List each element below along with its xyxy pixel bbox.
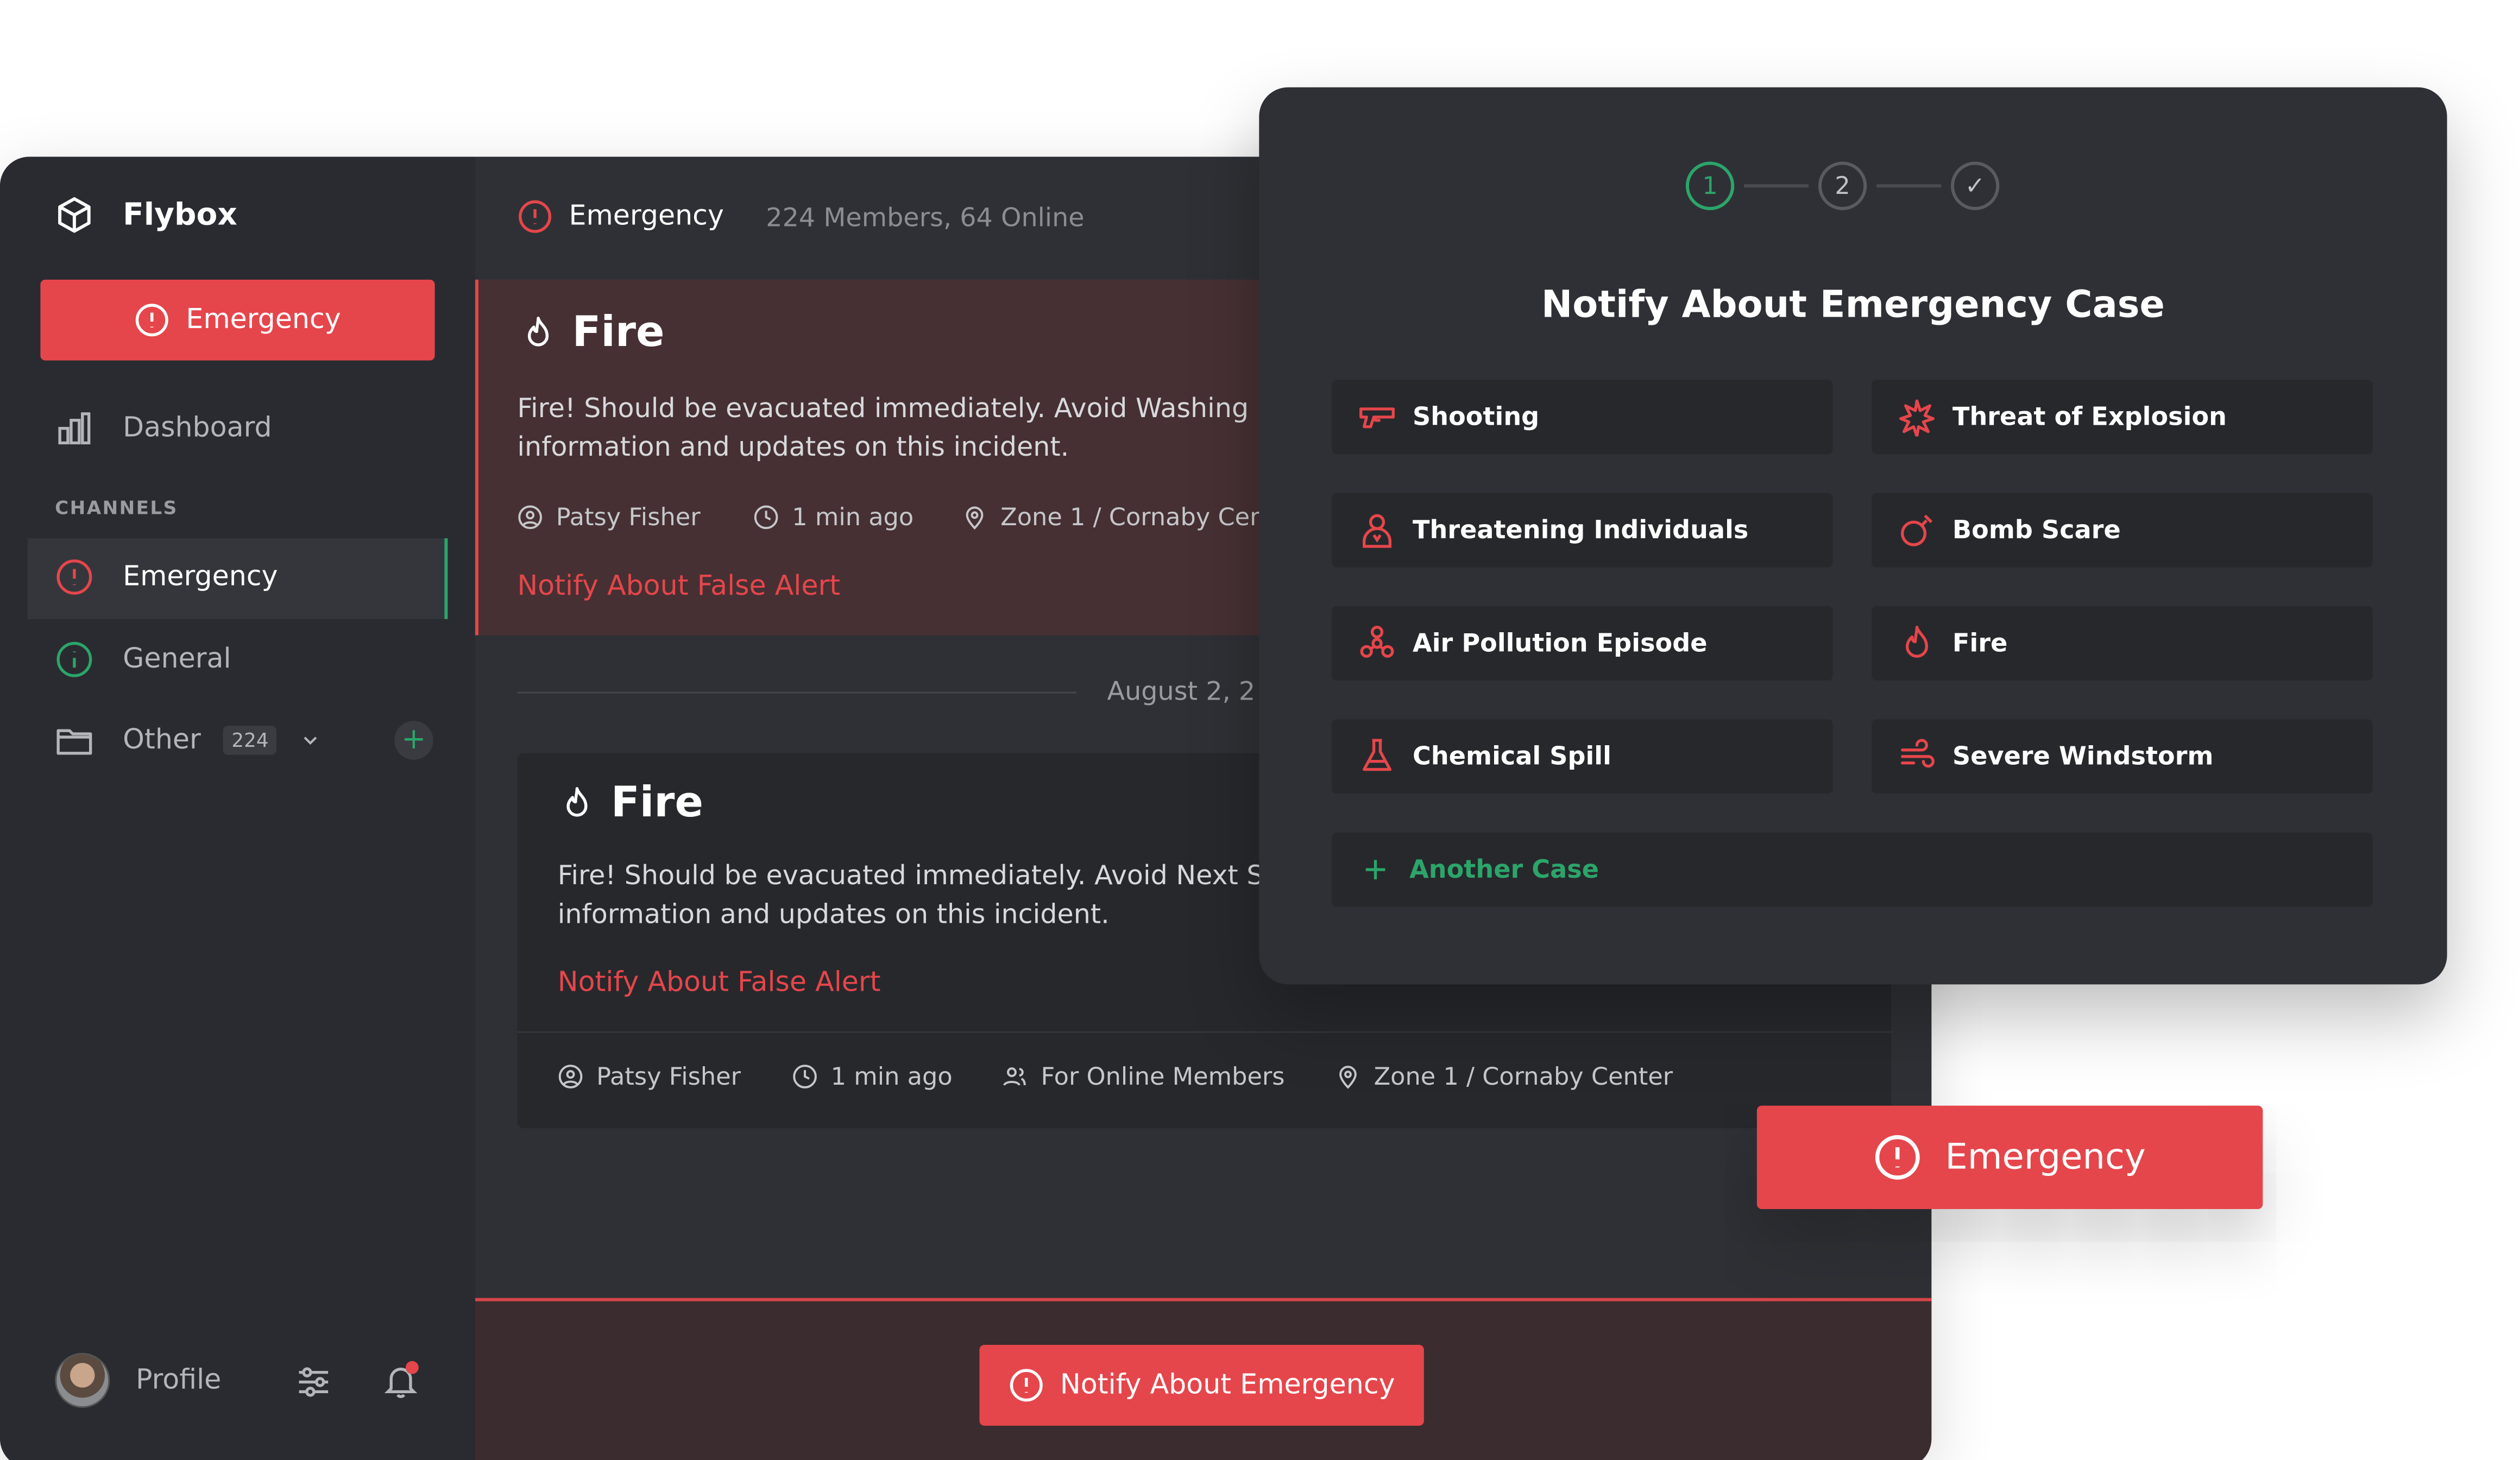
count-badge: 224 [223,726,277,755]
profile-row[interactable]: Profile [55,1352,222,1408]
sidebar-emergency-button[interactable]: Emergency [40,279,435,361]
audience-meta: For Online Members [1002,1062,1285,1091]
false-alert-link[interactable]: Notify About False Alert [517,571,840,603]
notify-emergency-label: Notify About Emergency [1060,1369,1395,1402]
case-fire[interactable]: Fire [1872,606,2373,681]
gun-icon [1358,398,1396,436]
location-pin-icon [1335,1063,1361,1090]
case-shooting[interactable]: Shooting [1332,380,1833,455]
modal-title: Notify About Emergency Case [1541,284,2165,327]
alert-circle-icon [55,558,93,596]
clock-icon [753,505,779,531]
location-pin-icon [962,505,988,531]
channel-title: Emergency [569,200,724,233]
sidebar-item-dashboard[interactable]: Dashboard [55,409,272,448]
user-circle-icon [558,1063,584,1090]
explosion-icon [1898,398,1936,437]
divider [517,691,1077,694]
info-circle-icon [55,640,93,678]
bar-chart-icon [55,409,93,448]
location-meta: Zone 1 / Cornaby Center [1335,1062,1673,1091]
sidebar-item-general[interactable]: General [55,640,231,678]
channel-header: Emergency 224 Members, 64 Online [517,199,1085,234]
step-2[interactable]: 2 [1818,161,1867,210]
date-label: August 2, 2 [1107,675,1256,707]
case-severe-windstorm[interactable]: Severe Windstorm [1872,719,2373,794]
step-connector [1876,184,1942,188]
card-text-line: Fire! Should be evacuated immediately. A… [557,860,1264,891]
channel-meta: 224 Members, 64 Online [766,201,1085,232]
step-connector [1744,184,1809,188]
card-text-line: information and updates on this incident… [557,898,1110,930]
case-threat-of-explosion[interactable]: Threat of Explosion [1872,380,2373,455]
alert-circle-icon [1874,1133,1923,1181]
flame-icon [559,784,595,822]
stage: Flybox Emergency Dashboard CHANNELS Emer… [0,0,2520,1460]
sidebar-item-label: Dashboard [123,412,272,445]
author-meta: Patsy Fisher [558,1062,741,1091]
time-meta: 1 min ago [792,1062,953,1091]
another-case-button[interactable]: Another Case [1332,832,2373,907]
flame-icon [1898,624,1936,663]
add-channel-button[interactable]: + [394,721,433,760]
users-icon [1002,1063,1028,1090]
step-1[interactable]: 1 [1685,161,1735,210]
alert-circle-icon [134,303,169,338]
flask-icon [1358,737,1396,776]
clock-icon [792,1063,818,1090]
profile-label: Profile [135,1364,222,1397]
sidebar-item-other[interactable]: Other 224 [55,721,322,759]
card-text-line: Fire! Should be evacuated immediately. A… [517,393,1249,424]
avatar[interactable] [55,1352,110,1408]
case-chemical-spill[interactable]: Chemical Spill [1332,719,1833,794]
alert-circle-icon [1009,1368,1044,1403]
divider [517,1031,1891,1033]
sidebar: Flybox Emergency Dashboard CHANNELS Emer… [0,156,475,1460]
cube-icon [55,196,93,234]
stepper: 1 2 ✓ [1685,161,2000,210]
person-icon [1358,511,1396,549]
channels-heading: CHANNELS [55,496,178,519]
wind-icon [1898,737,1936,776]
time-meta: 1 min ago [753,503,914,532]
biohazard-icon [1358,624,1396,663]
alert-circle-icon [517,199,552,234]
sidebar-emergency-label: Emergency [186,304,341,337]
bomb-icon [1898,511,1936,549]
step-done[interactable]: ✓ [1951,161,2000,210]
chevron-down-icon[interactable] [299,729,322,752]
floating-emergency-button[interactable]: Emergency [1756,1105,2263,1210]
card-title: Fire [559,779,703,828]
app-name: Flybox [123,197,237,233]
false-alert-link[interactable]: Notify About False Alert [558,967,881,999]
user-circle-icon [517,505,543,531]
sidebar-item-label: Other [123,724,201,757]
bottom-bar: Notify About Emergency [475,1298,1932,1460]
flame-icon [520,313,556,352]
case-air-pollution-episode[interactable]: Air Pollution Episode [1332,606,1833,681]
app-logo[interactable]: Flybox [55,196,237,234]
card-title: Fire [520,309,665,357]
sidebar-item-label: Emergency [123,561,278,594]
bell-icon[interactable] [381,1360,423,1401]
case-threatening-individuals[interactable]: Threatening Individuals [1332,493,1833,568]
card-text-line: information and updates on this incident… [517,431,1069,463]
emergency-case-modal: 1 2 ✓ Notify About Emergency Case Shooti… [1259,87,2447,985]
floating-emergency-label: Emergency [1945,1137,2146,1178]
sliders-icon[interactable] [294,1363,333,1401]
sidebar-item-label: General [123,643,231,676]
sidebar-item-emergency[interactable]: Emergency [55,558,278,596]
plus-icon [1361,855,1390,884]
folder-icon [55,721,93,759]
author-meta: Patsy Fisher [517,503,701,532]
notify-emergency-button[interactable]: Notify About Emergency [979,1345,1424,1426]
location-meta: Zone 1 / Cornaby Cent [962,503,1275,532]
case-bomb-scare[interactable]: Bomb Scare [1872,493,2373,568]
